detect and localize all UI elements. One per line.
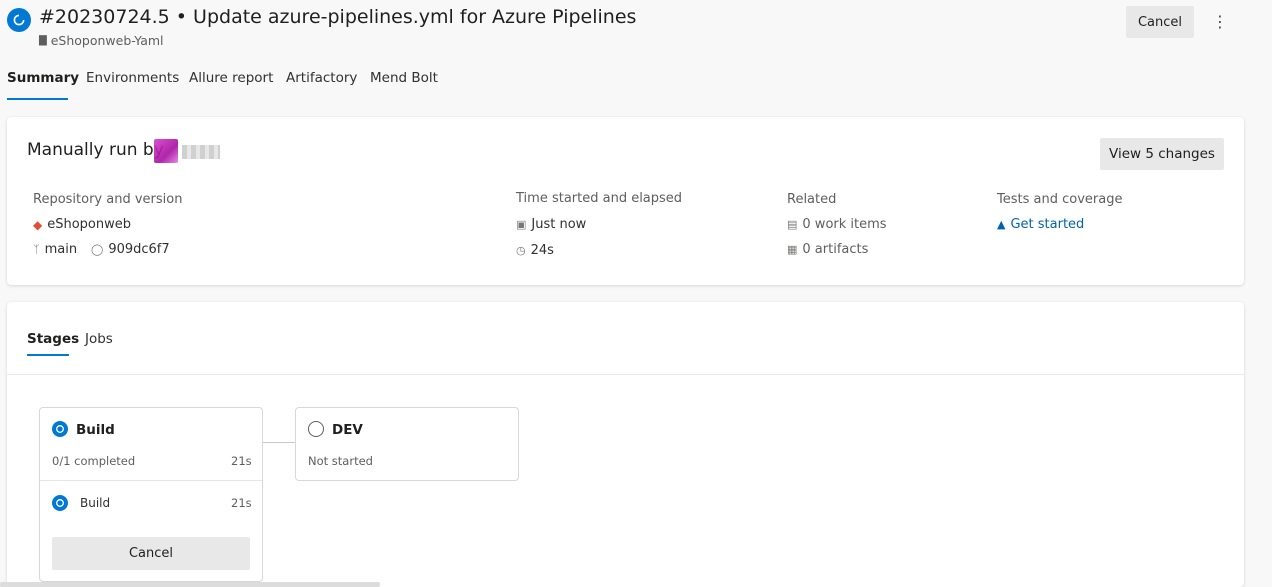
work-item-icon: ▤ bbox=[787, 218, 798, 231]
tab-artifactory[interactable]: Artifactory bbox=[286, 70, 357, 86]
started-value: Just now bbox=[531, 217, 587, 232]
repo-link[interactable]: ◆ eShoponweb bbox=[33, 217, 131, 232]
stage-separator bbox=[40, 480, 262, 481]
elapsed-time: ◷ 24s bbox=[516, 243, 554, 258]
pipeline-icon: ▇ bbox=[39, 35, 47, 46]
tab-jobs[interactable]: Jobs bbox=[85, 331, 113, 347]
page-title: #20230724.5 • Update azure-pipelines.yml… bbox=[39, 6, 637, 28]
pipeline-name[interactable]: ▇ eShoponweb-Yaml bbox=[39, 33, 164, 48]
artifacts-link[interactable]: ▦ 0 artifacts bbox=[787, 242, 868, 257]
job-build-duration: 21s bbox=[231, 496, 252, 510]
commit-link[interactable]: ◯ 909dc6f7 bbox=[91, 242, 170, 257]
not-started-status-icon bbox=[308, 421, 324, 437]
cancel-stage-button[interactable]: Cancel bbox=[52, 537, 250, 570]
time-label: Time started and elapsed bbox=[516, 191, 683, 206]
run-status-icon bbox=[7, 8, 31, 32]
stage-build-progress: 0/1 completed bbox=[52, 454, 136, 468]
stage-dev-status: Not started bbox=[308, 454, 373, 468]
stage-dev[interactable] bbox=[295, 407, 519, 481]
active-stage-tab-indicator bbox=[27, 354, 69, 356]
run-by-text: Manually run by bbox=[27, 140, 164, 160]
tab-environments[interactable]: Environments bbox=[86, 70, 179, 86]
branch-name: main bbox=[44, 242, 78, 257]
stage-dev-name: DEV bbox=[332, 422, 363, 438]
branch-icon: ᛉ bbox=[33, 243, 40, 256]
user-name-redacted bbox=[182, 145, 220, 159]
get-started-link[interactable]: Get started bbox=[1010, 217, 1084, 232]
elapsed-value: 24s bbox=[530, 243, 554, 258]
work-items-link[interactable]: ▤ 0 work items bbox=[787, 217, 887, 232]
tab-mend-bolt[interactable]: Mend Bolt bbox=[370, 70, 438, 86]
commit-id: 909dc6f7 bbox=[108, 242, 170, 257]
repo-name: eShoponweb bbox=[47, 217, 132, 232]
clock-icon: ◷ bbox=[516, 244, 526, 257]
tests-label: Tests and coverage bbox=[997, 192, 1123, 207]
artifacts-value: 0 artifacts bbox=[802, 242, 869, 257]
calendar-icon: ▣ bbox=[516, 218, 527, 231]
tests-get-started[interactable]: ▲ Get started bbox=[997, 217, 1084, 232]
git-repo-icon: ◆ bbox=[33, 217, 43, 232]
job-build-name[interactable]: Build bbox=[80, 496, 110, 510]
stage-build-name: Build bbox=[76, 422, 115, 438]
branch-link[interactable]: ᛉ main bbox=[33, 242, 77, 257]
artifact-icon: ▦ bbox=[787, 243, 798, 256]
tab-summary[interactable]: Summary bbox=[7, 70, 79, 86]
stage-build-duration: 21s bbox=[231, 454, 252, 468]
cancel-run-button[interactable]: Cancel bbox=[1126, 6, 1194, 38]
avatar bbox=[154, 139, 178, 163]
commit-icon: ◯ bbox=[91, 243, 104, 256]
running-status-icon bbox=[52, 421, 68, 437]
repository-label: Repository and version bbox=[33, 192, 183, 207]
work-items-value: 0 work items bbox=[802, 217, 887, 232]
active-tab-indicator bbox=[7, 98, 68, 100]
more-actions-icon[interactable]: ⋮ bbox=[1210, 10, 1230, 32]
view-changes-button[interactable]: View 5 changes bbox=[1100, 138, 1224, 170]
job-running-status-icon bbox=[52, 495, 68, 511]
beaker-icon: ▲ bbox=[997, 218, 1006, 231]
divider bbox=[7, 374, 1244, 375]
tab-stages[interactable]: Stages bbox=[27, 331, 79, 347]
started-time: ▣ Just now bbox=[516, 217, 586, 232]
pipeline-name-label: eShoponweb-Yaml bbox=[50, 33, 164, 48]
horizontal-scrollbar[interactable] bbox=[0, 582, 380, 587]
related-label: Related bbox=[787, 192, 837, 207]
tab-allure-report[interactable]: Allure report bbox=[189, 70, 273, 86]
stage-connector bbox=[263, 442, 295, 443]
